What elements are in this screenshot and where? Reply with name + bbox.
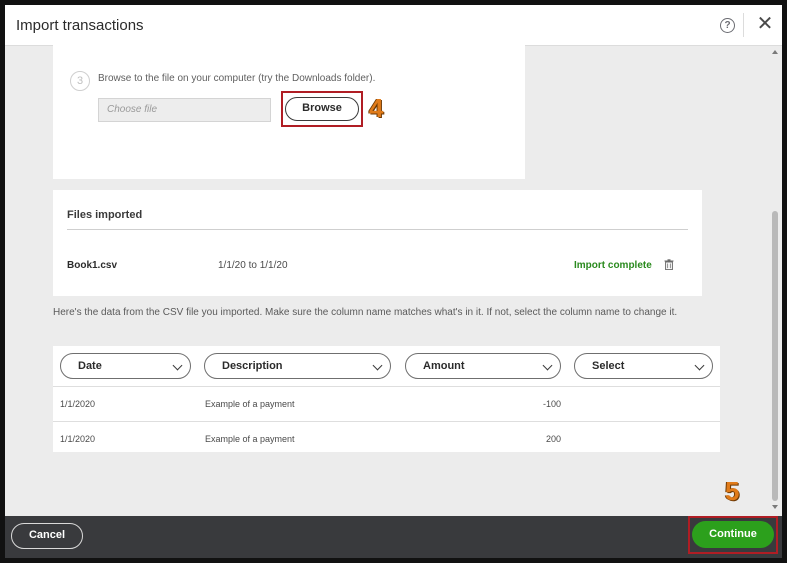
row-divider (53, 421, 720, 422)
imported-file-name: Book1.csv (67, 260, 118, 271)
files-divider (67, 229, 688, 230)
description-cell: Example of a payment (205, 399, 295, 409)
trash-icon[interactable] (664, 259, 674, 270)
step-callout-4: 4 (369, 93, 384, 123)
csv-info-text: Here's the data from the CSV file you im… (53, 307, 678, 318)
row-divider (53, 386, 720, 387)
continue-button[interactable]: Continue (692, 521, 774, 548)
scrollbar[interactable] (770, 46, 780, 516)
amount-column-select[interactable]: Amount (405, 353, 561, 379)
chevron-down-icon (542, 360, 553, 371)
description-column-label: Description (222, 360, 283, 372)
select-column-select[interactable]: Select (574, 353, 713, 379)
close-icon[interactable]: ✕ (755, 14, 775, 34)
scroll-up-arrow-icon[interactable] (772, 50, 778, 54)
chevron-down-icon (172, 360, 183, 371)
files-imported-card: Files imported Book1.csv 1/1/20 to 1/1/2… (53, 190, 702, 296)
date-cell: 1/1/2020 (60, 399, 96, 409)
amount-cell: 200 (545, 434, 561, 444)
date-cell: 1/1/2020 (60, 434, 96, 444)
dialog-header: Import transactions ? ✕ (5, 5, 782, 46)
column-mapping-table: Date Description Amount Select 1/1/2020 … (53, 346, 720, 452)
scroll-down-arrow-icon[interactable] (772, 505, 778, 509)
choose-file-input[interactable]: Choose file (98, 98, 271, 122)
step-instruction: Browse to the file on your computer (try… (98, 73, 376, 84)
dialog-footer: Cancel Continue (5, 516, 782, 558)
help-icon[interactable]: ? (720, 18, 735, 33)
date-column-select[interactable]: Date (60, 353, 191, 379)
date-column-label: Date (78, 360, 102, 372)
amount-column-label: Amount (423, 360, 465, 372)
chevron-down-icon (372, 360, 383, 371)
dialog-title: Import transactions (16, 17, 144, 34)
screenshot-frame: Import transactions ? ✕ 3 Browse to the … (0, 0, 787, 563)
amount-cell: -100 (542, 399, 561, 409)
continue-callout-5: 5 (725, 476, 740, 506)
browse-step-card: 3 Browse to the file on your computer (t… (53, 41, 525, 179)
imported-date-range: 1/1/20 to 1/1/20 (218, 260, 288, 271)
files-imported-heading: Files imported (67, 209, 143, 221)
browse-highlight-box (281, 91, 363, 127)
description-column-select[interactable]: Description (204, 353, 391, 379)
scroll-thumb[interactable] (772, 211, 778, 501)
select-column-label: Select (592, 360, 625, 372)
import-transactions-dialog: Import transactions ? ✕ 3 Browse to the … (5, 5, 782, 558)
description-cell: Example of a payment (205, 434, 295, 444)
cancel-button[interactable]: Cancel (11, 523, 83, 549)
step-number: 3 (70, 71, 90, 91)
import-status: Import complete (574, 260, 652, 271)
header-divider (743, 13, 744, 37)
chevron-down-icon (694, 360, 705, 371)
